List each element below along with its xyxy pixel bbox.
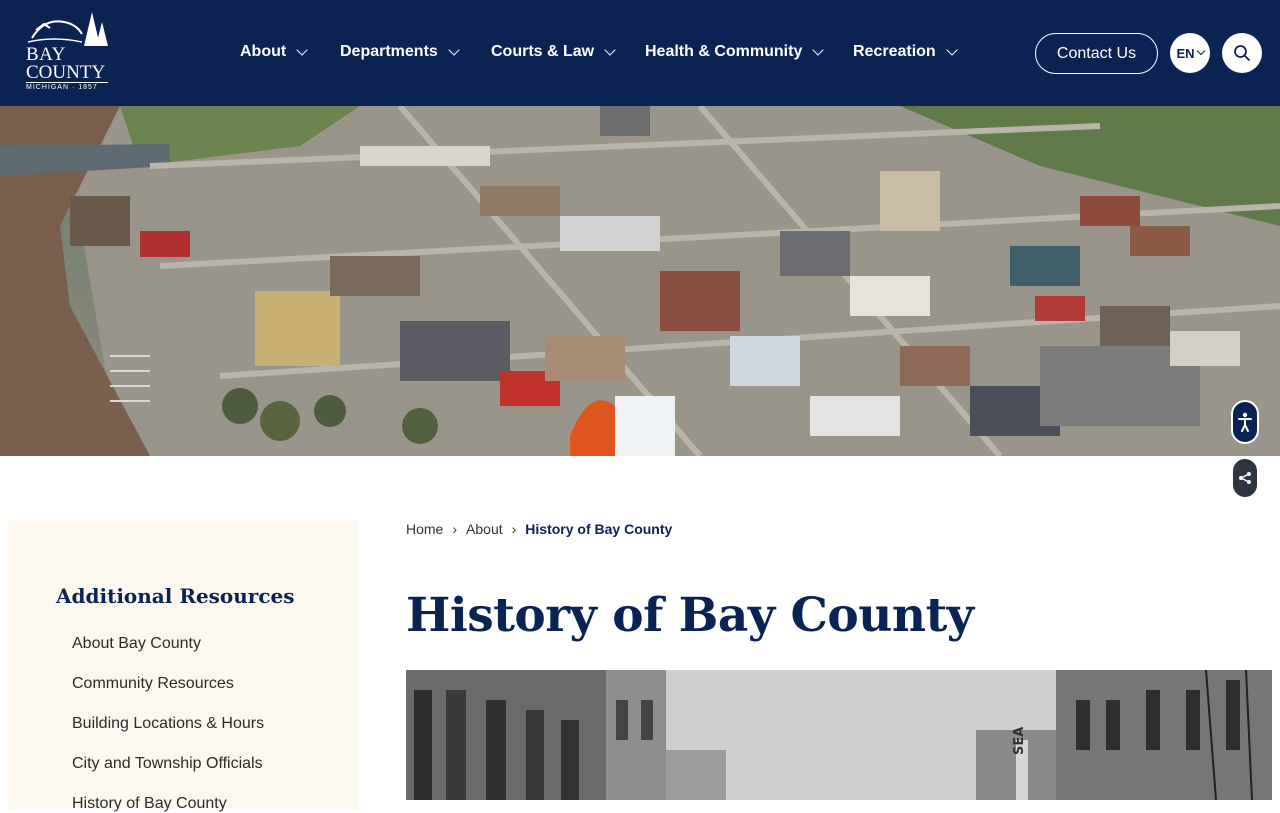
chevron-down-icon	[1196, 46, 1205, 56]
nav-departments-label: Departments	[340, 43, 438, 60]
chevron-down-icon	[812, 43, 825, 56]
breadcrumb-home[interactable]: Home	[406, 521, 443, 537]
share-icon	[1239, 472, 1251, 484]
search-button[interactable]	[1222, 33, 1262, 73]
chevron-down-icon	[604, 43, 616, 56]
aerial-city-illustration	[0, 106, 1280, 456]
nav-recreation[interactable]: Recreation	[853, 43, 958, 61]
logo-county-text: COUNTY	[26, 62, 106, 83]
pine-tree-icon	[27, 12, 108, 46]
logo-michigan-text: MICHIGAN · 1857	[26, 82, 108, 91]
accessibility-button[interactable]	[1231, 400, 1259, 444]
share-button[interactable]	[1233, 459, 1257, 497]
page-title: History of Bay County	[406, 588, 974, 643]
chevron-down-icon	[296, 43, 308, 56]
nav-recreation-label: Recreation	[853, 43, 936, 60]
chevron-down-icon	[448, 43, 460, 56]
language-selector[interactable]: EN	[1170, 33, 1210, 73]
breadcrumb-current: History of Bay County	[525, 521, 673, 537]
nav-courts-law[interactable]: Courts & Law	[491, 43, 616, 61]
breadcrumb: Home › About › History of Bay County	[406, 521, 672, 537]
search-icon	[1234, 45, 1250, 61]
additional-resources-sidebar: Additional Resources About Bay County Co…	[8, 520, 358, 813]
bay-county-logo[interactable]: BAY COUNTY MICHIGAN · 1857	[24, 8, 110, 94]
photo-sign-text: SEA	[1012, 727, 1027, 755]
breadcrumb-about[interactable]: About	[466, 521, 503, 537]
nav-health-community[interactable]: Health & Community	[645, 43, 825, 61]
sidebar-title: Additional Resources	[56, 584, 295, 608]
sidebar-link-community-resources[interactable]: Community Resources	[72, 675, 234, 693]
nav-health-community-label: Health & Community	[645, 43, 803, 60]
breadcrumb-separator-icon: ›	[452, 521, 458, 537]
site-header: BAY COUNTY MICHIGAN · 1857 About Departm…	[0, 0, 1280, 106]
contact-us-button[interactable]: Contact Us	[1035, 33, 1158, 74]
sidebar-link-about-bay-county[interactable]: About Bay County	[72, 635, 201, 653]
sidebar-link-history[interactable]: History of Bay County	[72, 795, 227, 813]
nav-about[interactable]: About	[240, 43, 308, 61]
sidebar-link-building-locations[interactable]: Building Locations & Hours	[72, 715, 264, 733]
nav-courts-law-label: Courts & Law	[491, 43, 595, 60]
chevron-down-icon	[946, 43, 958, 56]
hero-aerial-image	[0, 106, 1280, 456]
language-label: EN	[1176, 45, 1195, 61]
nav-about-label: About	[240, 43, 287, 60]
nav-departments[interactable]: Departments	[340, 43, 460, 61]
historic-photo-illustration: SEA	[406, 670, 1272, 800]
accessibility-icon	[1238, 412, 1252, 432]
historic-street-photo: SEA	[406, 670, 1272, 800]
breadcrumb-separator-icon: ›	[511, 521, 517, 537]
sidebar-link-officials[interactable]: City and Township Officials	[72, 755, 263, 773]
